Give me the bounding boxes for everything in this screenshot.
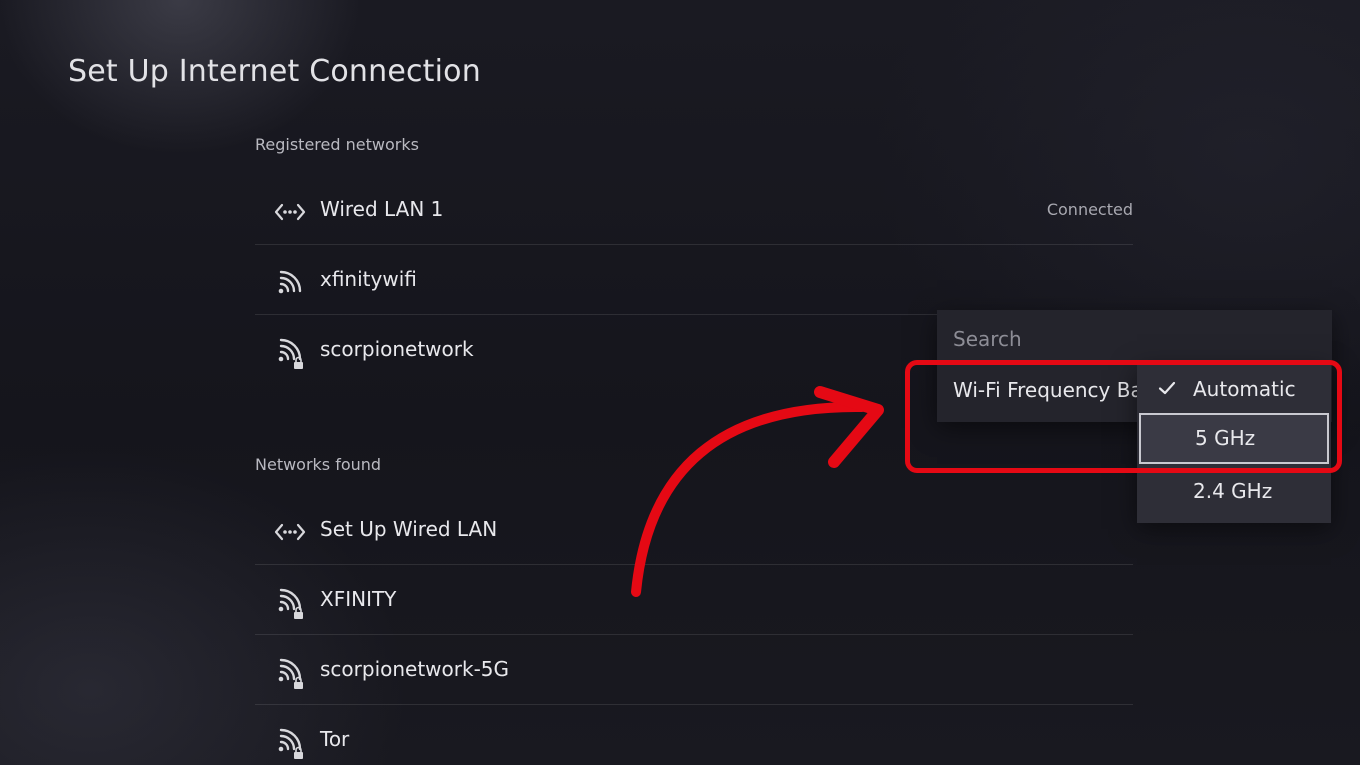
network-name: Wired LAN 1 [320, 197, 444, 221]
network-row-wired-lan-1[interactable]: Wired LAN 1 Connected [255, 175, 1133, 245]
network-row-xfinity[interactable]: XFINITY [255, 565, 1133, 635]
wifi-locked-icon [278, 658, 303, 689]
menu-item-search[interactable]: Search [953, 327, 1022, 351]
network-name: scorpionetwork-5G [320, 657, 510, 681]
wifi-locked-icon [278, 588, 303, 619]
page-title: Set Up Internet Connection [68, 54, 481, 89]
frequency-option-2-4ghz[interactable]: 2.4 GHz [1137, 466, 1331, 517]
network-name: scorpionetwork [320, 337, 474, 361]
wifi-locked-icon [278, 338, 303, 369]
network-name: XFINITY [320, 587, 397, 611]
network-name: xfinitywifi [320, 267, 417, 291]
connection-status: Connected [1046, 200, 1133, 219]
network-row-xfinitywifi[interactable]: xfinitywifi [255, 245, 1133, 315]
wifi-locked-icon [278, 728, 303, 759]
wired-lan-icon [274, 523, 306, 541]
wifi-icon [278, 270, 302, 294]
option-label: 2.4 GHz [1193, 479, 1273, 503]
annotation-highlight-box [905, 360, 1342, 473]
ps5-network-settings-screen: Set Up Internet Connection Registered ne… [0, 0, 1360, 765]
wired-lan-icon [274, 203, 306, 221]
network-row-set-up-wired-lan[interactable]: Set Up Wired LAN [255, 495, 1133, 565]
network-name: Tor [320, 727, 350, 751]
network-row-tor[interactable]: Tor [255, 705, 1133, 765]
network-name: Set Up Wired LAN [320, 517, 498, 541]
network-row-scorpionetwork-5g[interactable]: scorpionetwork-5G [255, 635, 1133, 705]
registered-networks-heading: Registered networks [255, 135, 419, 154]
networks-found-heading: Networks found [255, 455, 382, 474]
